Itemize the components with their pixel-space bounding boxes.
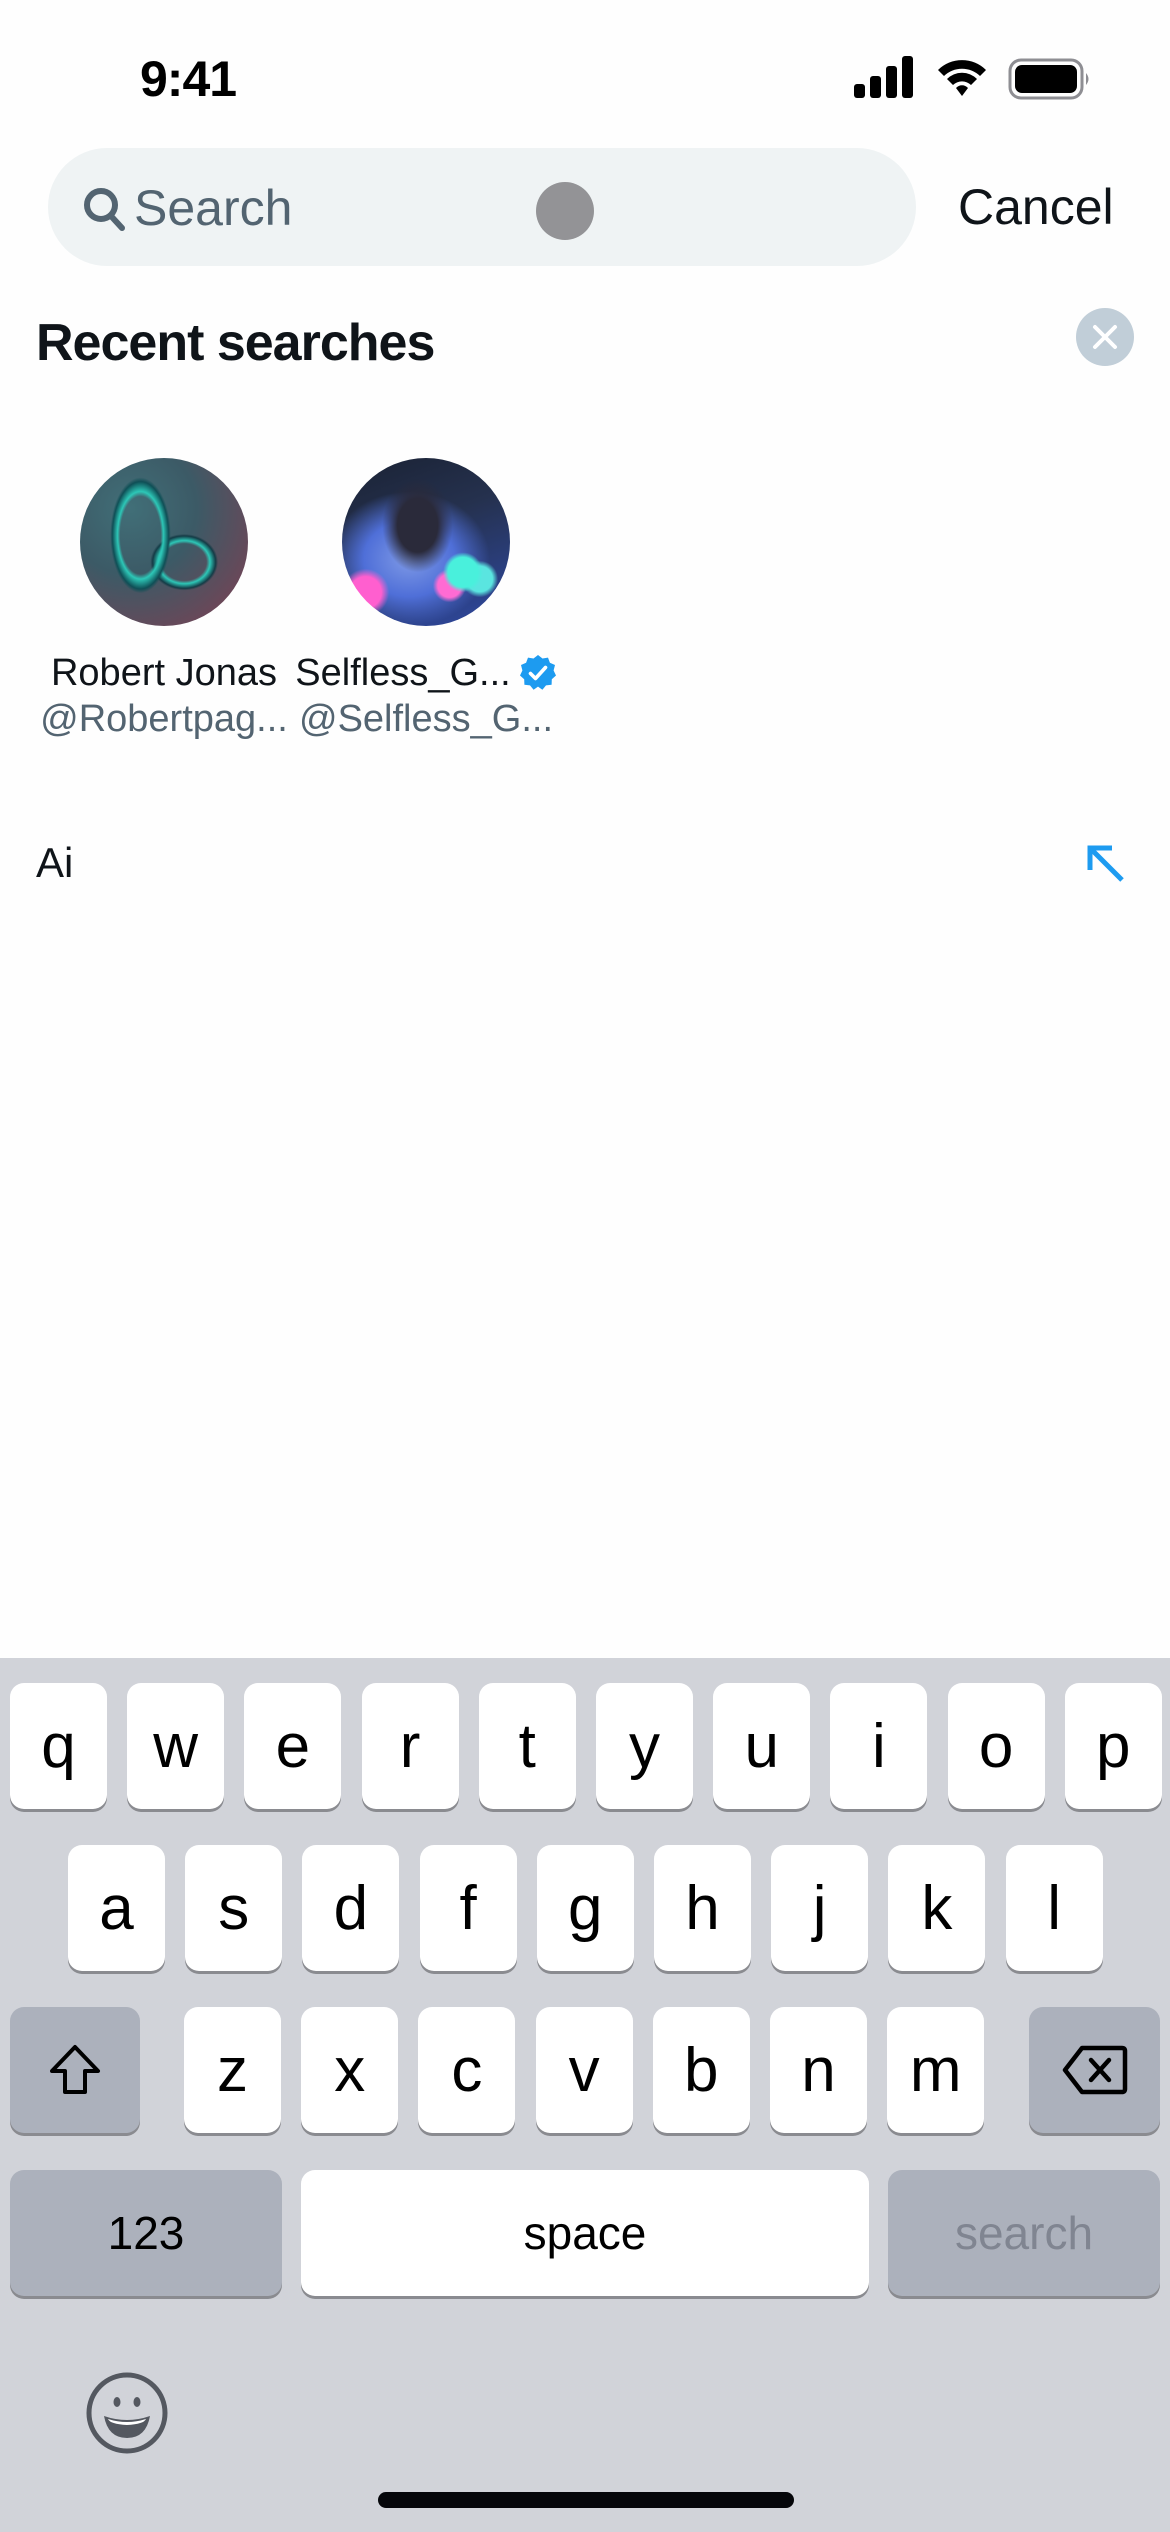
user-handle: @Selfless_G... xyxy=(299,698,553,740)
key-x[interactable]: x xyxy=(301,2007,399,2133)
key-u[interactable]: u xyxy=(713,1683,811,1809)
close-icon xyxy=(1093,325,1117,349)
arrow-up-left-icon[interactable] xyxy=(1082,840,1128,886)
key-o[interactable]: o xyxy=(947,1683,1045,1809)
key-e[interactable]: e xyxy=(244,1683,342,1809)
key-r[interactable]: r xyxy=(361,1683,459,1809)
recent-user-card[interactable]: Robert Jonas @Robertpag... xyxy=(33,458,295,742)
user-display-name: Robert Jonas xyxy=(50,652,277,694)
key-h[interactable]: h xyxy=(654,1845,751,1971)
recent-user-card[interactable]: Selfless_G... @Selfless_G... xyxy=(295,458,557,742)
shift-key[interactable] xyxy=(10,2007,140,2133)
recent-query-text: Ai xyxy=(36,839,74,886)
key-c[interactable]: c xyxy=(418,2007,516,2133)
recent-query-item[interactable] xyxy=(0,820,1170,910)
key-z[interactable]: z xyxy=(184,2007,281,2133)
key-b[interactable]: b xyxy=(652,2007,750,2133)
key-m[interactable]: m xyxy=(887,2007,985,2133)
key-j[interactable]: j xyxy=(771,1845,869,1971)
avatar xyxy=(342,458,510,626)
key-f[interactable]: f xyxy=(419,1845,517,1971)
touch-indicator xyxy=(536,182,594,240)
key-i[interactable]: i xyxy=(830,1683,928,1809)
search-input[interactable] xyxy=(134,168,894,248)
home-indicator xyxy=(378,2492,794,2508)
wifi-icon xyxy=(938,60,986,96)
key-y[interactable]: y xyxy=(596,1683,693,1809)
user-handle: @Robertpag... xyxy=(40,698,288,740)
shift-icon xyxy=(50,2045,100,2094)
key-k[interactable]: k xyxy=(888,1845,986,1971)
recent-searches-title: Recent searches xyxy=(36,314,435,372)
delete-key[interactable] xyxy=(1029,2007,1160,2133)
search-icon xyxy=(84,188,125,231)
cellular-signal-icon xyxy=(854,56,913,98)
user-display-name: Selfless_G... xyxy=(295,652,511,694)
cancel-button[interactable]: Cancel xyxy=(958,172,1114,242)
key-t[interactable]: t xyxy=(478,1683,576,1809)
clear-recent-searches-button[interactable] xyxy=(1076,308,1134,366)
key-p[interactable]: p xyxy=(1064,1683,1162,1809)
status-time: 9:41 xyxy=(140,51,237,107)
key-a[interactable]: a xyxy=(68,1845,165,1971)
key-v[interactable]: v xyxy=(535,2007,633,2133)
battery-icon xyxy=(1008,58,1089,100)
search-key[interactable]: search xyxy=(888,2170,1160,2296)
space-key[interactable]: space xyxy=(301,2170,869,2296)
key-q[interactable]: q xyxy=(10,1683,107,1809)
emoji-button[interactable] xyxy=(84,2370,170,2456)
key-w[interactable]: w xyxy=(127,1683,225,1809)
key-d[interactable]: d xyxy=(302,1845,400,1971)
key-g[interactable]: g xyxy=(536,1845,634,1971)
numbers-key[interactable]: 123 xyxy=(10,2170,282,2296)
emoji-icon xyxy=(86,2372,168,2454)
key-l[interactable]: l xyxy=(1005,1845,1103,1971)
delete-backward-icon xyxy=(1062,2045,1127,2095)
avatar xyxy=(80,458,248,626)
key-s[interactable]: s xyxy=(185,1845,283,1971)
key-n[interactable]: n xyxy=(770,2007,867,2133)
verified-badge-icon xyxy=(519,655,556,690)
